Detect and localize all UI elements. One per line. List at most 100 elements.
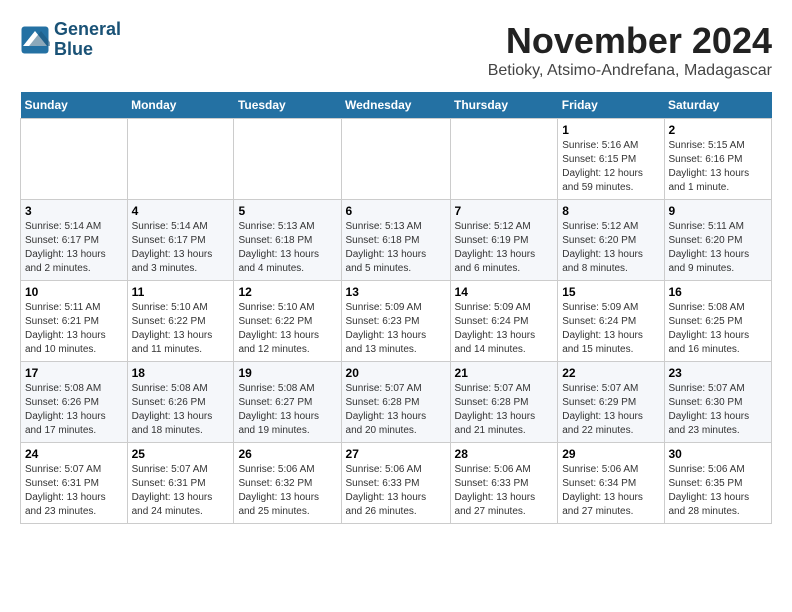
day-number: 24 <box>25 447 123 461</box>
day-number: 27 <box>346 447 446 461</box>
day-info: Sunrise: 5:07 AMSunset: 6:28 PMDaylight:… <box>346 382 446 438</box>
day-number: 2 <box>669 123 768 137</box>
day-info: Sunrise: 5:09 AMSunset: 6:23 PMDaylight:… <box>346 301 446 357</box>
day-number: 16 <box>669 285 768 299</box>
week-row-1: 1 Sunrise: 5:16 AMSunset: 6:15 PMDaylight… <box>21 119 772 200</box>
day-number: 3 <box>25 204 123 218</box>
calendar-cell: 29 Sunrise: 5:06 AMSunset: 6:34 PMDayligh… <box>558 443 664 524</box>
weekday-header-tuesday: Tuesday <box>234 92 341 119</box>
calendar-cell <box>127 119 234 200</box>
day-number: 4 <box>132 204 230 218</box>
day-info: Sunrise: 5:07 AMSunset: 6:28 PMDaylight:… <box>455 382 554 438</box>
day-info: Sunrise: 5:15 AMSunset: 6:16 PMDaylight:… <box>669 139 768 195</box>
calendar-cell: 22 Sunrise: 5:07 AMSunset: 6:29 PMDayligh… <box>558 362 664 443</box>
weekday-header-wednesday: Wednesday <box>341 92 450 119</box>
title-section: November 2024 Betioky, Atsimo-Andrefana,… <box>488 20 772 80</box>
day-number: 14 <box>455 285 554 299</box>
calendar-cell <box>341 119 450 200</box>
day-number: 15 <box>562 285 659 299</box>
calendar-cell: 4 Sunrise: 5:14 AMSunset: 6:17 PMDaylight… <box>127 200 234 281</box>
day-info: Sunrise: 5:06 AMSunset: 6:33 PMDaylight:… <box>346 463 446 519</box>
day-number: 10 <box>25 285 123 299</box>
day-info: Sunrise: 5:07 AMSunset: 6:30 PMDaylight:… <box>669 382 768 438</box>
day-number: 30 <box>669 447 768 461</box>
day-number: 6 <box>346 204 446 218</box>
subtitle: Betioky, Atsimo-Andrefana, Madagascar <box>488 62 772 80</box>
day-number: 13 <box>346 285 446 299</box>
day-number: 18 <box>132 366 230 380</box>
weekday-header-row: SundayMondayTuesdayWednesdayThursdayFrid… <box>21 92 772 119</box>
calendar-cell: 20Sunrise: 5:07 AMSunset: 6:28 PMDayligh… <box>341 362 450 443</box>
calendar-cell: 13 Sunrise: 5:09 AMSunset: 6:23 PMDayligh… <box>341 281 450 362</box>
weekday-header-thursday: Thursday <box>450 92 558 119</box>
day-number: 12 <box>238 285 336 299</box>
day-info: Sunrise: 5:11 AMSunset: 6:20 PMDaylight:… <box>669 220 768 276</box>
day-number: 23 <box>669 366 768 380</box>
day-number: 26 <box>238 447 336 461</box>
day-info: Sunrise: 5:07 AMSunset: 6:31 PMDaylight:… <box>132 463 230 519</box>
day-number: 25 <box>132 447 230 461</box>
calendar-cell <box>450 119 558 200</box>
day-info: Sunrise: 5:12 AMSunset: 6:20 PMDaylight:… <box>562 220 659 276</box>
day-info: Sunrise: 5:13 AMSunset: 6:18 PMDaylight:… <box>238 220 336 276</box>
day-number: 22 <box>562 366 659 380</box>
day-info: Sunrise: 5:06 AMSunset: 6:33 PMDaylight:… <box>455 463 554 519</box>
day-number: 1 <box>562 123 659 137</box>
day-number: 17 <box>25 366 123 380</box>
day-info: Sunrise: 5:08 AMSunset: 6:26 PMDaylight:… <box>132 382 230 438</box>
calendar-table: SundayMondayTuesdayWednesdayThursdayFrid… <box>20 92 772 524</box>
day-info: Sunrise: 5:10 AMSunset: 6:22 PMDaylight:… <box>132 301 230 357</box>
day-info: Sunrise: 5:16 AMSunset: 6:15 PMDaylight:… <box>562 139 659 195</box>
calendar-cell: 6 Sunrise: 5:13 AMSunset: 6:18 PMDaylight… <box>341 200 450 281</box>
calendar-cell: 25 Sunrise: 5:07 AMSunset: 6:31 PMDayligh… <box>127 443 234 524</box>
calendar-cell: 19Sunrise: 5:08 AMSunset: 6:27 PMDayligh… <box>234 362 341 443</box>
calendar-cell: 12Sunrise: 5:10 AMSunset: 6:22 PMDayligh… <box>234 281 341 362</box>
calendar-cell: 26 Sunrise: 5:06 AMSunset: 6:32 PMDayligh… <box>234 443 341 524</box>
logo-icon <box>20 25 50 55</box>
day-info: Sunrise: 5:14 AMSunset: 6:17 PMDaylight:… <box>132 220 230 276</box>
week-row-2: 3 Sunrise: 5:14 AMSunset: 6:17 PMDaylight… <box>21 200 772 281</box>
calendar-cell: 10 Sunrise: 5:11 AMSunset: 6:21 PMDayligh… <box>21 281 128 362</box>
calendar-cell: 8Sunrise: 5:12 AMSunset: 6:20 PMDaylight… <box>558 200 664 281</box>
weekday-header-friday: Friday <box>558 92 664 119</box>
day-number: 11 <box>132 285 230 299</box>
day-info: Sunrise: 5:06 AMSunset: 6:32 PMDaylight:… <box>238 463 336 519</box>
logo-line1: General <box>54 20 121 40</box>
calendar-cell: 24Sunrise: 5:07 AMSunset: 6:31 PMDayligh… <box>21 443 128 524</box>
day-info: Sunrise: 5:09 AMSunset: 6:24 PMDaylight:… <box>455 301 554 357</box>
day-info: Sunrise: 5:13 AMSunset: 6:18 PMDaylight:… <box>346 220 446 276</box>
week-row-4: 17 Sunrise: 5:08 AMSunset: 6:26 PMDayligh… <box>21 362 772 443</box>
calendar-cell: 2 Sunrise: 5:15 AMSunset: 6:16 PMDaylight… <box>664 119 772 200</box>
calendar-cell <box>234 119 341 200</box>
calendar-cell: 7Sunrise: 5:12 AMSunset: 6:19 PMDaylight… <box>450 200 558 281</box>
calendar-cell: 14 Sunrise: 5:09 AMSunset: 6:24 PMDayligh… <box>450 281 558 362</box>
calendar-cell: 3 Sunrise: 5:14 AMSunset: 6:17 PMDaylight… <box>21 200 128 281</box>
calendar-cell: 30 Sunrise: 5:06 AMSunset: 6:35 PMDayligh… <box>664 443 772 524</box>
day-info: Sunrise: 5:09 AMSunset: 6:24 PMDaylight:… <box>562 301 659 357</box>
week-row-5: 24 Sunrise: 5:07 AMSunset: 6:31 PMDayligh… <box>21 443 772 524</box>
day-info: Sunrise: 5:08 AMSunset: 6:25 PMDaylight:… <box>669 301 768 357</box>
day-info: Sunrise: 5:12 AMSunset: 6:19 PMDaylight:… <box>455 220 554 276</box>
calendar-cell: 27 Sunrise: 5:06 AMSunset: 6:33 PMDayligh… <box>341 443 450 524</box>
calendar-cell: 1 Sunrise: 5:16 AMSunset: 6:15 PMDaylight… <box>558 119 664 200</box>
calendar-cell: 17Sunrise: 5:08 AMSunset: 6:26 PMDayligh… <box>21 362 128 443</box>
weekday-header-monday: Monday <box>127 92 234 119</box>
month-title: November 2024 <box>488 20 772 62</box>
day-info: Sunrise: 5:06 AMSunset: 6:35 PMDaylight:… <box>669 463 768 519</box>
calendar-cell: 15 Sunrise: 5:09 AMSunset: 6:24 PMDayligh… <box>558 281 664 362</box>
logo-line2: Blue <box>54 40 121 60</box>
calendar-cell: 18 Sunrise: 5:08 AMSunset: 6:26 PMDayligh… <box>127 362 234 443</box>
day-info: Sunrise: 5:08 AMSunset: 6:27 PMDaylight:… <box>238 382 336 438</box>
day-number: 5 <box>238 204 336 218</box>
calendar-cell: 9Sunrise: 5:11 AMSunset: 6:20 PMDaylight… <box>664 200 772 281</box>
calendar-cell: 28Sunrise: 5:06 AMSunset: 6:33 PMDayligh… <box>450 443 558 524</box>
day-info: Sunrise: 5:14 AMSunset: 6:17 PMDaylight:… <box>25 220 123 276</box>
logo: General Blue <box>20 20 121 60</box>
day-info: Sunrise: 5:06 AMSunset: 6:34 PMDaylight:… <box>562 463 659 519</box>
calendar-cell: 11 Sunrise: 5:10 AMSunset: 6:22 PMDayligh… <box>127 281 234 362</box>
day-info: Sunrise: 5:07 AMSunset: 6:29 PMDaylight:… <box>562 382 659 438</box>
calendar-cell: 23 Sunrise: 5:07 AMSunset: 6:30 PMDayligh… <box>664 362 772 443</box>
calendar-cell: 5 Sunrise: 5:13 AMSunset: 6:18 PMDaylight… <box>234 200 341 281</box>
day-number: 29 <box>562 447 659 461</box>
day-info: Sunrise: 5:11 AMSunset: 6:21 PMDaylight:… <box>25 301 123 357</box>
